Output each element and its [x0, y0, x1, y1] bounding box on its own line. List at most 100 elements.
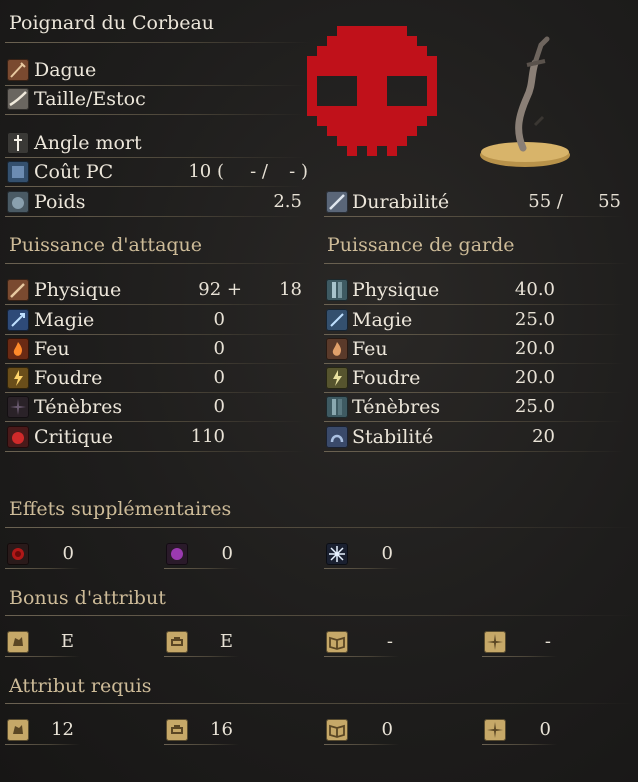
shield-dark-icon: [326, 396, 348, 418]
divider: [5, 263, 311, 264]
guard-label: Physique: [352, 279, 440, 301]
durability-max: 55: [598, 191, 621, 212]
frost-icon: [326, 543, 348, 565]
requirement-dexterity: 16: [210, 719, 233, 740]
strength-icon: [7, 719, 29, 741]
durability-label: Durabilité: [352, 191, 450, 213]
attack-power-heading: Puissance d'attaque: [9, 234, 203, 256]
poison-icon: [166, 543, 188, 565]
divider: [5, 114, 305, 115]
title-divider: [5, 42, 311, 43]
guard-value: 20: [532, 426, 555, 447]
fire-icon: [7, 338, 29, 360]
scaling-intelligence: -: [386, 631, 393, 652]
attack-value: 0: [213, 396, 225, 417]
skull-icon: [307, 26, 437, 156]
divider: [164, 656, 239, 657]
stability-icon: [326, 426, 348, 448]
attack-value: 0: [213, 309, 225, 330]
guard-label: Stabilité: [352, 426, 434, 448]
divider: [5, 157, 305, 158]
attack-value: 0: [213, 367, 225, 388]
divider: [324, 656, 399, 657]
divider: [324, 304, 624, 305]
guard-label: Magie: [352, 309, 413, 331]
durability-icon: [326, 191, 348, 213]
divider: [5, 527, 635, 528]
attack-type-icon: [7, 88, 29, 110]
lightning-icon: [7, 367, 29, 389]
guard-value: 40.0: [514, 279, 555, 300]
guard-label: Foudre: [352, 367, 421, 389]
divider: [5, 451, 305, 452]
guard-value: 25.0: [514, 396, 555, 417]
attack-label: Feu: [34, 338, 70, 360]
divider: [5, 656, 80, 657]
weight-value: 2.5: [273, 191, 302, 212]
divider: [5, 392, 305, 393]
divider: [324, 216, 624, 217]
attack-value: 110: [190, 426, 225, 447]
divider: [5, 744, 80, 745]
guard-label: Ténèbres: [352, 396, 441, 418]
frost-value: 0: [381, 543, 393, 564]
requirement-strength: 12: [51, 719, 74, 740]
requirement-intelligence: 0: [381, 719, 393, 740]
intelligence-icon: [326, 631, 348, 653]
attack-label: Foudre: [34, 367, 103, 389]
dexterity-icon: [166, 719, 188, 741]
divider: [324, 421, 624, 422]
requirement-faith: 0: [539, 719, 551, 740]
divider: [324, 744, 399, 745]
divider: [5, 615, 635, 616]
attack-label: Ténèbres: [34, 396, 123, 418]
divider: [5, 304, 305, 305]
scaling-faith: -: [544, 631, 551, 652]
critical-icon: [7, 426, 29, 448]
dark-icon: [7, 396, 29, 418]
guard-value: 20.0: [514, 338, 555, 359]
divider: [5, 85, 305, 86]
divider: [324, 334, 624, 335]
attack-label: Magie: [34, 309, 95, 331]
durability-current: 55 /: [528, 191, 563, 212]
guard-label: Feu: [352, 338, 388, 360]
scaling-strength: E: [60, 631, 74, 652]
weight-label: Poids: [34, 191, 86, 213]
scaling-dexterity: E: [219, 631, 233, 652]
divider: [324, 568, 399, 569]
weapon-type: Dague: [34, 59, 97, 81]
fp-cost-end: - ): [289, 161, 308, 182]
weapon-type-icon: [7, 59, 29, 81]
attack-label: Physique: [34, 279, 122, 301]
dexterity-icon: [166, 631, 188, 653]
divider: [482, 744, 557, 745]
attack-bonus: 18: [279, 279, 302, 300]
attack-label: Critique: [34, 426, 114, 448]
attack-value: 0: [213, 338, 225, 359]
divider: [5, 568, 80, 569]
attack-type: Taille/Estoc: [34, 88, 146, 110]
divider: [5, 421, 305, 422]
faith-icon: [484, 631, 506, 653]
divider: [164, 744, 239, 745]
shield-fire-icon: [326, 338, 348, 360]
divider: [5, 216, 305, 217]
strength-icon: [7, 631, 29, 653]
shield-lightning-icon: [326, 367, 348, 389]
bleed-icon: [7, 543, 29, 565]
weapon-image: [480, 36, 570, 167]
shield-magic-icon: [326, 309, 348, 331]
divider: [5, 334, 305, 335]
guard-value: 20.0: [514, 367, 555, 388]
fp-cost-label: Coût PC: [34, 161, 114, 183]
divider: [324, 363, 624, 364]
magic-icon: [7, 309, 29, 331]
fp-cost-mid: - /: [250, 161, 268, 182]
weapon-name: Poignard du Corbeau: [9, 12, 215, 34]
divider: [164, 568, 239, 569]
requirements-heading: Attribut requis: [9, 675, 152, 697]
skill-name: Angle mort: [34, 132, 142, 154]
fp-cost-icon: [7, 161, 29, 183]
skill-icon: [7, 132, 29, 154]
